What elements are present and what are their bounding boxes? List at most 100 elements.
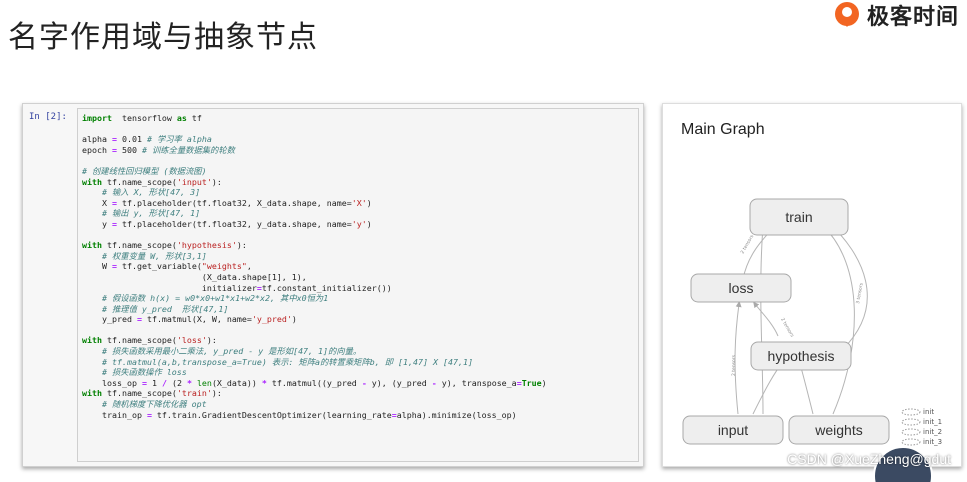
code-line: train_op = tf.train.GradientDescentOptim… [82, 410, 547, 421]
code-token: 'input' [176, 176, 212, 187]
init-node [901, 438, 921, 446]
code-line: initializer=tf.constant_initializer()) [82, 283, 547, 294]
code-token: with [82, 240, 102, 251]
code-token: (2 [166, 377, 187, 388]
code-token: 'X' [351, 197, 367, 208]
code-token: train_op [82, 409, 147, 420]
init-label-2: init_2 [923, 428, 942, 436]
code-line: # 假设函数 h(x) = w0*x0+w1*x1+w2*x2, 其中x0恒为1 [82, 293, 547, 304]
edge-hypothesis-loss [753, 301, 779, 337]
code-line: epoch = 500 # 训练全量数据集的轮数 [82, 145, 547, 156]
node-hypothesis[interactable]: hypothesis [750, 341, 852, 371]
code-line: (X_data.shape[1], 1), [82, 272, 547, 283]
code-token: # tf.matmul(a,b,transpose_a=True) 表示: 矩阵… [101, 356, 473, 367]
code-token: # 学习率 alpha [146, 134, 212, 145]
code-token: with [82, 176, 102, 187]
code-token: loss_op [82, 377, 142, 388]
code-line: # 损失函数操作 loss [82, 367, 547, 378]
code-line: # 创建线性回归模型 (数据流图) [82, 166, 547, 177]
init-label-0: init [923, 408, 934, 416]
code-token: W [82, 261, 112, 272]
code-line: W = tf.get_variable("weights", [82, 261, 547, 272]
code-line: y_pred = tf.matmul(X, W, name='y_pred') [82, 314, 547, 325]
code-line: # 推理值 y_pred 形状[47,1] [82, 304, 547, 315]
code-line: X = tf.placeholder(tf.float32, X_data.sh… [82, 198, 547, 209]
watermark: CSDN @XueZheng@gdut [787, 451, 951, 467]
code-token: 500 [116, 144, 142, 155]
code-token: (X_data)) [211, 377, 262, 388]
slide-title: 名字作用域与抽象节点 [8, 20, 318, 55]
code-line: # 输出 y, 形状[47, 1] [82, 208, 547, 219]
code-token: len [196, 377, 212, 388]
code-token: y_pred [82, 314, 137, 325]
code-token: 1 [146, 377, 162, 388]
node-train-label: train [785, 209, 812, 225]
brand-name: 极客时间 [866, 5, 959, 30]
edge-label-loss: 2 tensors [740, 233, 756, 255]
code-token: tf.constant_initializer()) [261, 282, 392, 293]
code-token: tf.matmul(X, W, name= [141, 314, 252, 325]
node-loss[interactable]: loss [690, 273, 792, 303]
code-line: loss_op = 1 / (2 * len(X_data)) * tf.mat… [82, 378, 547, 389]
code-token: ): [211, 176, 222, 187]
init-node [901, 408, 921, 416]
code-token: "weights" [201, 261, 247, 272]
code-token: tensorflow [111, 113, 177, 123]
node-input[interactable]: input [682, 415, 784, 445]
code-line: # 权重变量 W, 形状[3,1] [82, 251, 547, 262]
init-node [901, 418, 921, 426]
code-token: # 假设函数 h(x) = w0*x0+w1*x1+w2*x2, 其中x0恒为1 [101, 293, 329, 304]
node-train[interactable]: train [749, 198, 849, 236]
code-token: # 输出 y, 形状[47, 1] [101, 208, 201, 219]
code-token: tf.train.GradientDescentOptimizer(learni… [151, 409, 392, 420]
code-token: initializer [82, 282, 257, 293]
code-token: # 权重变量 W, 形状[3,1] [101, 250, 207, 261]
edge-label-weights: 3 tensors [855, 282, 865, 304]
code-token: tf.placeholder(tf.float32, y_data.shape,… [116, 218, 352, 229]
init-node [901, 428, 921, 436]
code-token: # 损失函数采用最小二乘法, y_pred - y 是形如[47, 1]的向量。 [101, 346, 362, 357]
code-token: alpha).minimize(loss_op) [396, 409, 517, 420]
code-token: # 输入 X, 形状[47, 3] [101, 187, 201, 198]
edge-label-input: 2 tensors [731, 354, 737, 376]
code-token: # 推理值 y_pred 形状[47,1] [101, 303, 229, 314]
edge-weights-hypothesis [797, 361, 814, 415]
code-token: 'train' [176, 388, 212, 399]
code-editor[interactable]: import tensorflow as tf alpha = 0.01 # 学… [77, 108, 639, 462]
code-token: tf.name_scope( [101, 388, 177, 399]
code-token: # 创建线性回归模型 (数据流图) [82, 165, 207, 176]
geektime-logo-icon [834, 2, 859, 27]
code-line: with tf.name_scope('train'): [82, 388, 547, 399]
edge-label-hyp-loss: 2 tensors [779, 317, 795, 339]
code-line: # 随机梯度下降优化器 opt [82, 399, 547, 410]
code-line: import tensorflow as tf [82, 113, 547, 124]
code-line: with tf.name_scope('hypothesis'): [82, 240, 547, 251]
code-line: # tf.matmul(a,b,transpose_a=True) 表示: 矩阵… [82, 357, 547, 368]
edge-input-train [759, 223, 766, 415]
code-token: ) [366, 197, 372, 208]
code-token: ): [206, 335, 217, 346]
init-nodes: init init_1 init_2 init_3 [901, 408, 942, 446]
graph-panel: Main Graph 2 tensors 2 tensors 2 tensors… [662, 103, 962, 467]
code-token: tf.matmul((y_pred [266, 377, 362, 388]
code-line: y = tf.placeholder(tf.float32, y_data.sh… [82, 219, 547, 230]
code-line: # 输入 X, 形状[47, 3] [82, 187, 547, 198]
edge-weights-train [820, 223, 855, 415]
code-token: import [82, 113, 112, 123]
graph-edges [734, 219, 868, 415]
node-weights[interactable]: weights [788, 415, 890, 445]
code-token: ): [211, 388, 222, 399]
code-token: ): [236, 240, 247, 251]
graph-canvas: 2 tensors 2 tensors 2 tensors 3 tensors … [682, 198, 942, 446]
code-token: alpha [82, 134, 112, 145]
